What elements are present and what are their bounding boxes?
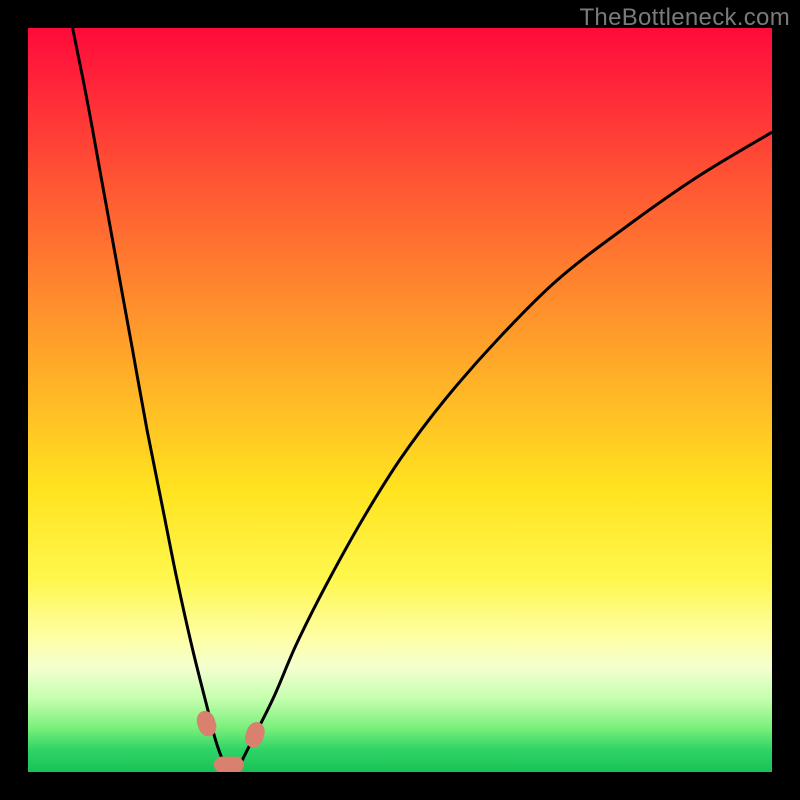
right-marker-marker — [242, 720, 267, 750]
bottom-marker-marker — [214, 757, 244, 772]
left-curve — [73, 28, 229, 772]
curves-svg — [28, 28, 772, 772]
plot-area — [28, 28, 772, 772]
chart-container: TheBottleneck.com — [0, 0, 800, 800]
markers — [194, 708, 267, 772]
right-curve — [236, 132, 772, 772]
watermark-text: TheBottleneck.com — [579, 4, 790, 32]
left-marker-marker — [194, 708, 219, 738]
